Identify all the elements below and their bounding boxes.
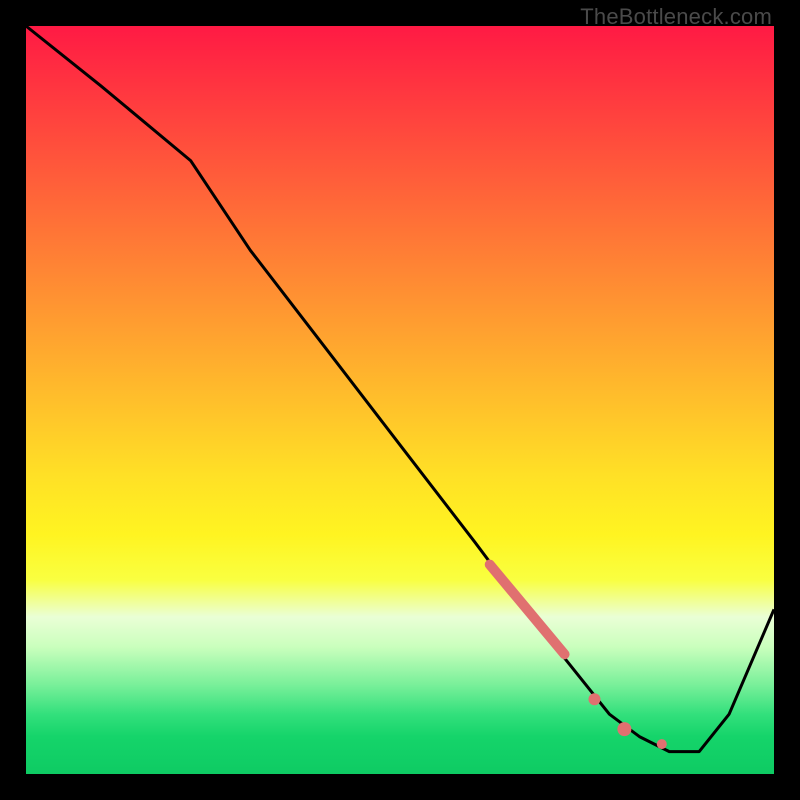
chart-plot-area	[26, 26, 774, 774]
bottleneck-curve	[26, 26, 774, 752]
dot-low-1	[617, 722, 631, 736]
chart-frame: TheBottleneck.com	[0, 0, 800, 800]
thick-segment	[490, 565, 565, 655]
chart-svg	[26, 26, 774, 774]
dot-low-2	[657, 739, 667, 749]
dot-mid	[588, 693, 600, 705]
watermark-label: TheBottleneck.com	[580, 4, 772, 30]
